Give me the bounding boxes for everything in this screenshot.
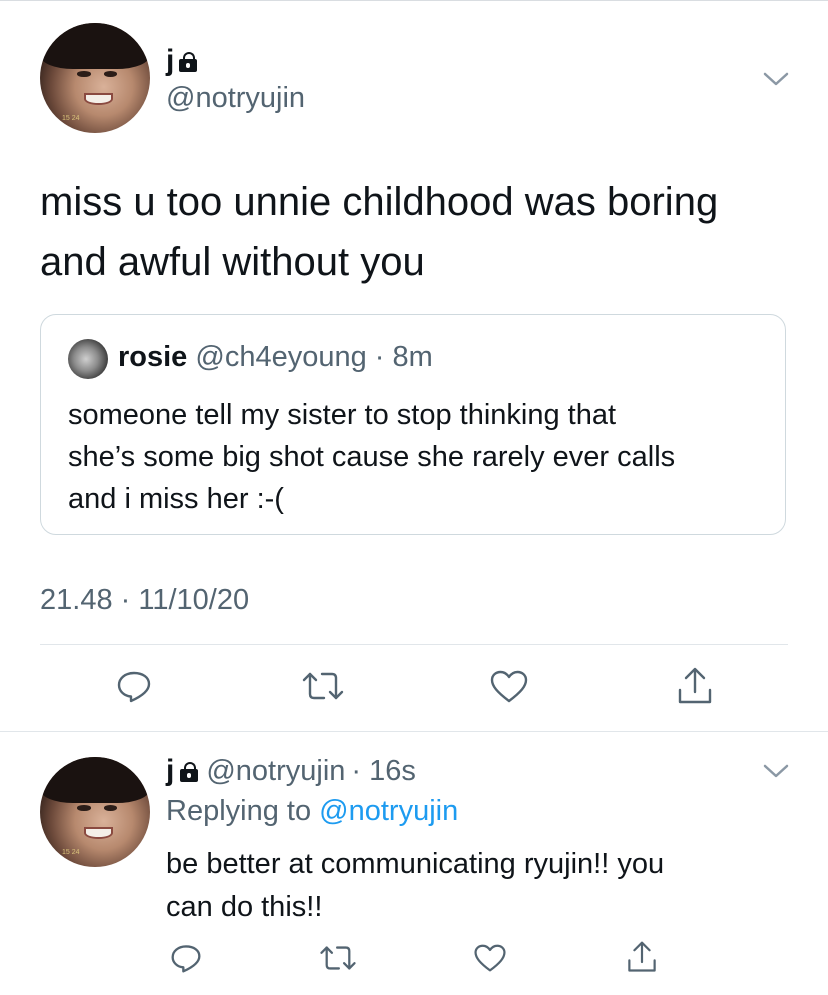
tweet-timestamp[interactable]: 21.48 · 11/10/20 [40, 584, 249, 617]
reply-display-name[interactable]: j [166, 754, 174, 788]
reply-text-line: can do this!! [166, 891, 323, 923]
reply-text: be better at communicating ryujin!! you … [166, 843, 664, 929]
quoted-avatar [68, 339, 108, 379]
chevron-down-icon[interactable] [762, 762, 790, 780]
display-name[interactable]: j [166, 44, 174, 78]
tweet-text-line: and awful without you [40, 240, 425, 284]
reply-author-row[interactable]: j @notryujin · 16s [166, 754, 416, 788]
retweet-icon[interactable] [318, 942, 358, 974]
share-icon[interactable] [676, 666, 714, 706]
avatar[interactable]: 15 24 [40, 23, 150, 133]
reply-handle[interactable]: @notryujin [206, 755, 345, 788]
author-handle[interactable]: @notryujin [166, 82, 305, 115]
heart-icon[interactable] [489, 669, 529, 705]
avatar-tag: 15 24 [62, 849, 80, 856]
avatar-tag: 15 24 [62, 115, 80, 122]
reply-avatar[interactable]: 15 24 [40, 757, 150, 867]
lock-icon [180, 762, 200, 782]
replying-to: Replying to @notryujin [166, 795, 458, 828]
replying-handle-link[interactable]: @notryujin [319, 795, 458, 827]
chevron-down-icon[interactable] [762, 70, 790, 88]
author-name-row[interactable]: j [166, 44, 199, 78]
quoted-time: · 8m [374, 341, 433, 373]
retweet-icon[interactable] [300, 668, 346, 704]
quoted-text: someone tell my sister to stop thinking … [68, 394, 675, 520]
reply-icon[interactable] [116, 668, 152, 704]
quoted-display-name: rosie [118, 341, 188, 373]
reply-icon[interactable] [170, 942, 202, 974]
reply-time: · 16s [351, 754, 416, 787]
lock-icon [179, 52, 199, 72]
top-divider [0, 0, 828, 1]
share-icon[interactable] [626, 940, 658, 974]
quoted-text-line: someone tell my sister to stop thinking … [68, 399, 617, 431]
replying-prefix: Replying to [166, 795, 312, 827]
quoted-text-line: and i miss her :-( [68, 483, 284, 515]
quoted-handle: @ch4eyoung [195, 341, 367, 373]
tweet-text: miss u too unnie childhood was boring an… [40, 172, 718, 292]
reply-text-line: be better at communicating ryujin!! you [166, 848, 665, 880]
tweet-text-line: miss u too unnie childhood was boring [40, 180, 719, 224]
quoted-author-row: rosie @ch4eyoung · 8m [118, 341, 433, 374]
quoted-text-line: she’s some big shot cause she rarely eve… [68, 441, 676, 473]
divider [0, 731, 828, 732]
divider [40, 644, 788, 645]
heart-icon[interactable] [473, 943, 507, 974]
